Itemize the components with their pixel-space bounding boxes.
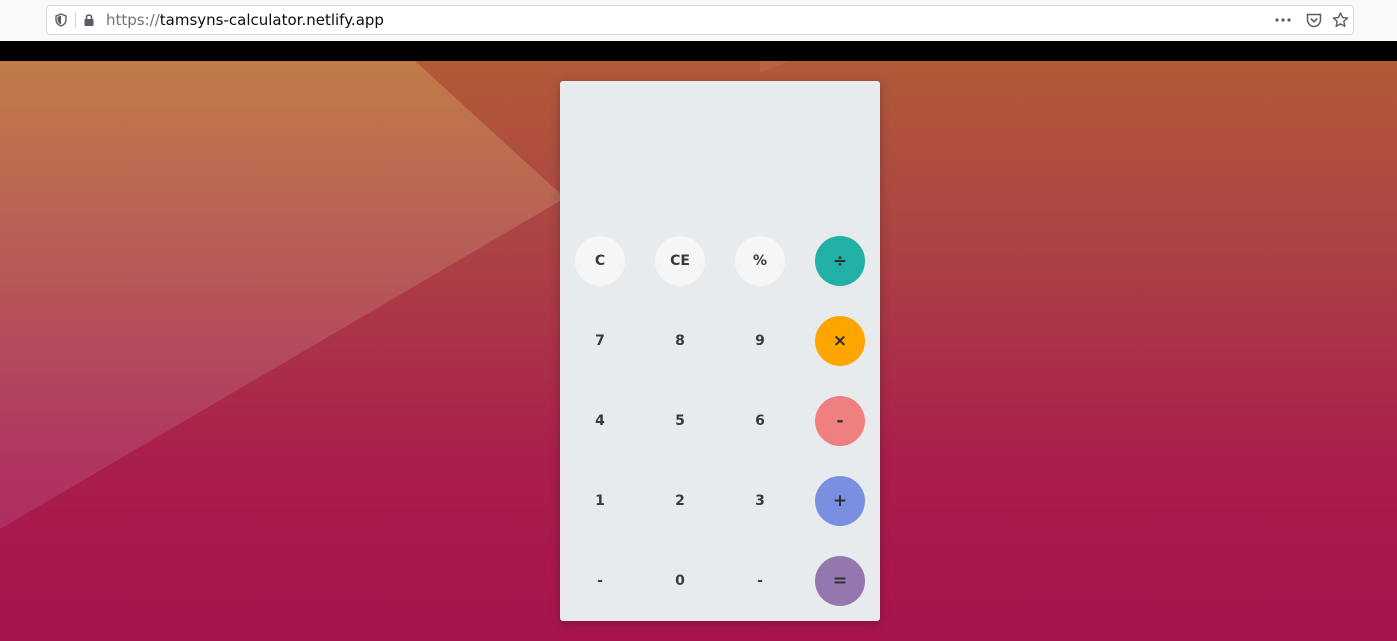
browser-toolbar: https://tamsyns-calculator.netlify.app (0, 0, 1397, 41)
digit-1-button[interactable]: 1 (575, 476, 625, 526)
digit-5-button[interactable]: 5 (655, 396, 705, 446)
add-button[interactable]: + (815, 476, 865, 526)
digit-7-button[interactable]: 7 (575, 316, 625, 366)
calculator-display (560, 81, 880, 231)
address-bar[interactable]: https://tamsyns-calculator.netlify.app (46, 5, 1354, 35)
digit-9-button[interactable]: 9 (735, 316, 785, 366)
subtract-button[interactable]: - (815, 396, 865, 446)
percent-button[interactable]: % (735, 236, 785, 286)
equals-button[interactable]: = (815, 556, 865, 606)
digit-6-button[interactable]: 6 (735, 396, 785, 446)
star-icon[interactable] (1330, 6, 1350, 34)
calculator-panel: C CE % ÷ 7 8 9 × 4 5 6 - 1 2 3 + - 0 - = (560, 81, 880, 621)
clear-button[interactable]: C (575, 236, 625, 286)
decimal-button[interactable]: - (735, 556, 785, 606)
lock-icon[interactable] (81, 6, 97, 34)
negate-button[interactable]: - (575, 556, 625, 606)
divide-button[interactable]: ÷ (815, 236, 865, 286)
url-host: tamsyns-calculator.netlify.app (159, 11, 384, 29)
digit-8-button[interactable]: 8 (655, 316, 705, 366)
clear-entry-button[interactable]: CE (655, 236, 705, 286)
top-panel-strip (0, 41, 1397, 61)
multiply-button[interactable]: × (815, 316, 865, 366)
shield-icon[interactable] (53, 6, 69, 34)
pocket-icon[interactable] (1304, 6, 1324, 34)
url-separator (75, 12, 76, 28)
digit-3-button[interactable]: 3 (735, 476, 785, 526)
digit-0-button[interactable]: 0 (655, 556, 705, 606)
digit-4-button[interactable]: 4 (575, 396, 625, 446)
digit-2-button[interactable]: 2 (655, 476, 705, 526)
more-dots-icon[interactable] (1273, 6, 1293, 34)
url-scheme: https:// (106, 11, 160, 29)
url-text[interactable]: https://tamsyns-calculator.netlify.app (106, 11, 384, 29)
